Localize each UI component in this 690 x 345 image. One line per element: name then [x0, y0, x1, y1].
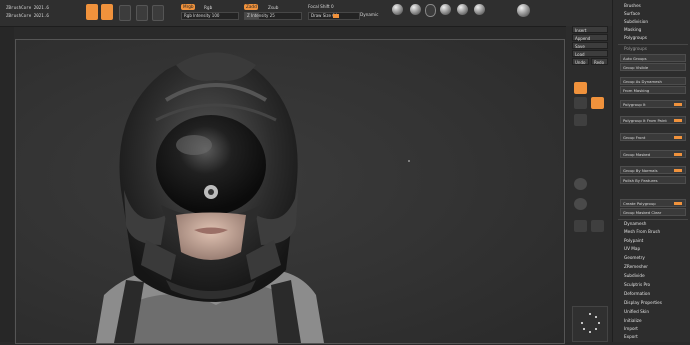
menu-display-properties[interactable]: Display Properties [624, 300, 662, 305]
polish-by-features-button[interactable]: Polish By Features [620, 176, 686, 184]
menu-dynamesh[interactable]: Dynamesh [624, 221, 646, 226]
create-polygroup-knob[interactable] [674, 202, 682, 205]
menu-mesh-from-brush[interactable]: Mesh From Brush [624, 229, 660, 234]
polygroup-it-label: Polygroup It [623, 102, 646, 107]
transp-icon[interactable] [591, 220, 604, 232]
z-intensity-label: Z Intensity 25 [247, 13, 275, 18]
redo-button[interactable]: Redo [591, 58, 608, 65]
brush-claybuildup-icon[interactable] [410, 4, 421, 15]
save-button[interactable]: Save [572, 42, 608, 49]
menu-geometry[interactable]: Geometry [624, 255, 645, 260]
auto-groups-button[interactable]: Auto Groups [620, 54, 686, 62]
menu-unified-skin[interactable]: Unified Skin [624, 309, 649, 314]
menu-zremesher[interactable]: ZRemesher [624, 264, 648, 269]
undo-button[interactable]: Undo [572, 58, 589, 65]
left-strip [0, 26, 14, 342]
group-front-label: Group Front [623, 135, 646, 140]
divider [618, 44, 688, 45]
group-as-dynamesh-button[interactable]: Group As Dynamesh [620, 77, 686, 85]
from-masking-button[interactable]: From Masking [620, 86, 686, 94]
scale-button[interactable] [119, 5, 131, 21]
menu-deformation[interactable]: Deformation [624, 291, 650, 296]
move-button[interactable] [101, 4, 113, 20]
perspective-icon[interactable] [574, 82, 587, 94]
menu-import[interactable]: Import [624, 326, 638, 331]
menu-sculptris-pro[interactable]: Sculptris Pro [624, 282, 650, 287]
brush-extra-icon[interactable] [474, 4, 485, 15]
matcap-icon[interactable] [517, 4, 530, 17]
mrgb-label: Mrgb [183, 4, 194, 9]
right-tool-rail: Insert Append Save Load Undo Redo [566, 26, 612, 342]
local-icon[interactable] [591, 97, 604, 109]
create-polygroup-label: Create Polygroup [623, 201, 656, 206]
brush-move-icon[interactable] [425, 4, 436, 17]
rotate-gizmo-icon[interactable] [574, 220, 587, 232]
rgb-intensity-label: Rgb Intensity 100 [184, 13, 220, 18]
top-toolbar: ZBrushCore 2021.6 ZBrushCore 2021.6 Mrgb… [0, 0, 690, 27]
group-masked-label: Group Masked [623, 152, 651, 157]
frame-icon[interactable] [574, 114, 587, 126]
menu-surface[interactable]: Surface [624, 11, 640, 16]
move-gizmo-icon[interactable] [574, 178, 587, 190]
dynamic-label[interactable]: Dynamic [360, 12, 378, 17]
zadd-label: Zadd [246, 4, 257, 9]
polygroup-it-button[interactable]: Polygroup It [620, 100, 686, 108]
polygroup-it-from-paint-label: Polygroup It From Paint [623, 118, 667, 123]
brush-hpolish-icon[interactable] [457, 4, 468, 15]
menu-uv-map[interactable]: UV Map [624, 246, 640, 251]
navigation-widget[interactable] [572, 306, 608, 342]
focal-shift-label: Focal Shift 0 [308, 4, 334, 9]
group-front-knob[interactable] [674, 136, 682, 139]
app-subtitle: ZBrushCore 2021.6 [6, 13, 49, 18]
group-by-normals-knob[interactable] [674, 169, 682, 172]
draw-button[interactable] [86, 4, 98, 20]
menu-polypaint[interactable]: Polypaint [624, 238, 643, 243]
menu-initialize[interactable]: Initialize [624, 318, 642, 323]
group-masked-clear-button[interactable]: Group Masked Clear [620, 208, 686, 216]
brush-damstandard-icon[interactable] [440, 4, 451, 15]
floor-icon[interactable] [574, 97, 587, 109]
create-polygroup-button[interactable]: Create Polygroup [620, 199, 686, 207]
menu-polygroups[interactable]: Polygroups [624, 35, 647, 40]
menu-masking[interactable]: Masking [624, 27, 641, 32]
polish-by-features-label: Polish By Features [623, 178, 658, 183]
brush-standard-icon[interactable] [392, 4, 403, 15]
divider [618, 219, 688, 220]
draw-size-slider[interactable]: Draw Size 64 [308, 12, 360, 20]
right-palette: Brushes Surface Subdivision Masking Poly… [612, 0, 690, 342]
insert-button[interactable]: Insert [572, 26, 608, 33]
polygroups-subtitle: Polygroups [624, 46, 647, 51]
group-by-normals-button[interactable]: Group By Normals [620, 166, 686, 174]
group-masked-knob[interactable] [674, 153, 682, 156]
app-title: ZBrushCore 2021.6 [6, 5, 49, 10]
polygroup-it-from-paint-button[interactable]: Polygroup It From Paint [620, 116, 686, 124]
polygroup-it-knob[interactable] [674, 103, 682, 106]
menu-export[interactable]: Export [624, 334, 638, 339]
group-front-button[interactable]: Group Front [620, 133, 686, 141]
load-button[interactable]: Load [572, 50, 608, 57]
group-masked-button[interactable]: Group Masked [620, 150, 686, 158]
polygroup-it-from-paint-knob[interactable] [674, 119, 682, 122]
viewport-canvas[interactable] [15, 39, 565, 344]
group-by-normals-label: Group By Normals [623, 168, 658, 173]
menu-brushes[interactable]: Brushes [624, 3, 641, 8]
rgb-label: Rgb [204, 5, 213, 10]
rotate-button[interactable] [136, 5, 148, 21]
menu-subdivide[interactable]: Subdivide [624, 273, 645, 278]
z-intensity-slider[interactable]: Z Intensity 25 [244, 12, 302, 20]
sculpt-helmet-icon [96, 52, 410, 343]
menu-subdivision[interactable]: Subdivision [624, 19, 648, 24]
rgb-intensity-slider[interactable]: Rgb Intensity 100 [181, 12, 239, 20]
group-visible-button[interactable]: Group Visible [620, 63, 686, 71]
scale-gizmo-icon[interactable] [574, 198, 587, 210]
poly-button[interactable] [152, 5, 164, 21]
draw-size-knob[interactable] [333, 14, 339, 18]
append-button[interactable]: Append [572, 34, 608, 41]
zsub-label: Zsub [268, 5, 279, 10]
